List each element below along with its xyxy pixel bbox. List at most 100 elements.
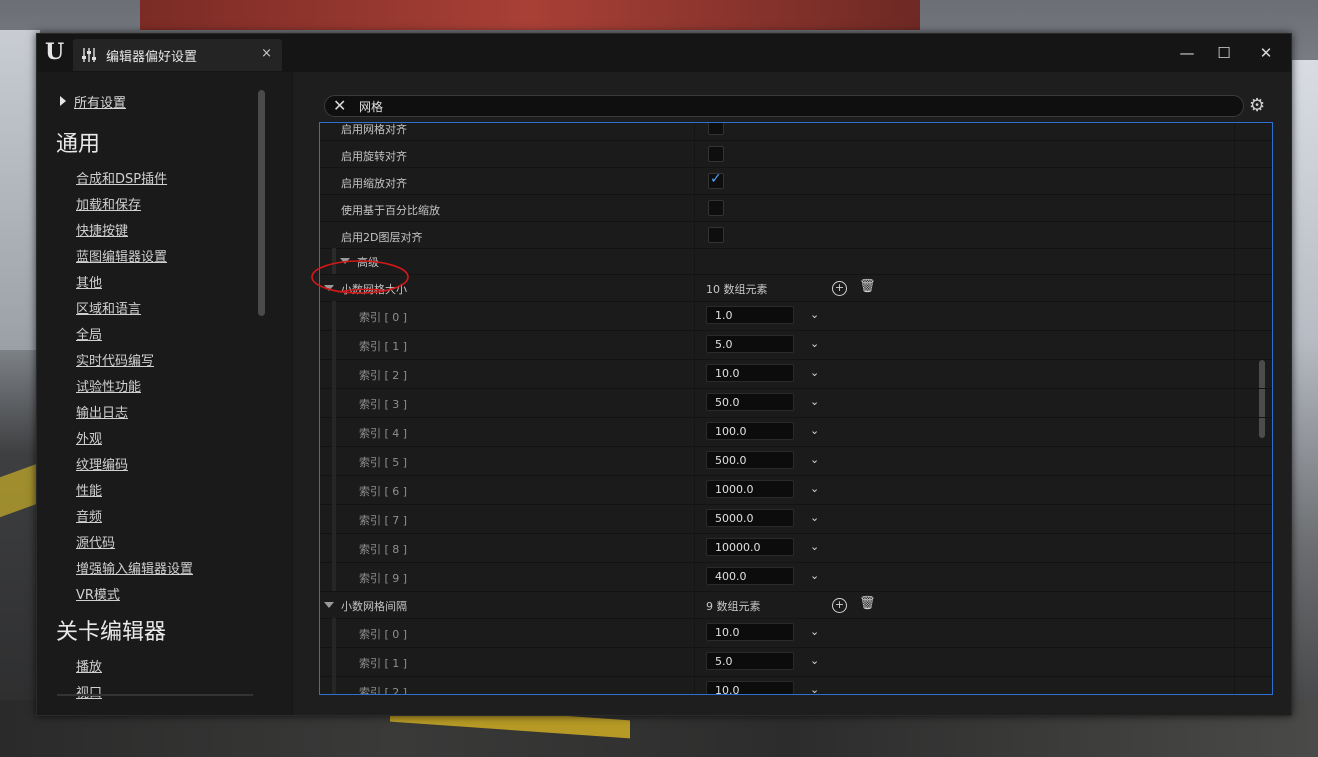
array-value-input[interactable]: 1000.0 <box>706 480 794 498</box>
column-divider[interactable] <box>694 221 695 248</box>
column-divider[interactable] <box>694 140 695 167</box>
setting-checkbox[interactable] <box>708 146 724 162</box>
array-value-input[interactable]: 10.0 <box>706 623 794 641</box>
setting-checkbox[interactable] <box>708 200 724 216</box>
sidebar-item[interactable]: 试验性功能 <box>76 376 141 395</box>
column-divider[interactable] <box>694 475 695 504</box>
chevron-down-icon[interactable]: ⌄ <box>810 683 819 694</box>
gear-icon[interactable]: ⚙ <box>1249 95 1265 116</box>
expand-arrow-icon[interactable] <box>324 285 334 291</box>
sidebar-item[interactable]: 增强输入编辑器设置 <box>76 558 193 577</box>
sidebar-item[interactable]: 全局 <box>76 324 102 343</box>
sliders-icon <box>82 48 96 62</box>
background-structure <box>140 0 920 30</box>
array-value-input[interactable]: 10000.0 <box>706 538 794 556</box>
chevron-down-icon[interactable]: ⌄ <box>810 337 819 350</box>
title-bar[interactable]: U 编辑器偏好设置 × — ☐ ✕ <box>37 34 1291 72</box>
column-divider[interactable] <box>694 167 695 194</box>
expand-arrow-icon[interactable] <box>340 258 350 264</box>
setting-label: 启用2D图层对齐 <box>341 231 423 244</box>
array-value-input[interactable]: 400.0 <box>706 567 794 585</box>
sidebar-item[interactable]: 区域和语言 <box>76 298 141 317</box>
chevron-down-icon[interactable]: ⌄ <box>810 540 819 553</box>
indent-bar <box>332 475 336 504</box>
sidebar-item[interactable]: 音频 <box>76 506 102 525</box>
setting-label: 使用基于百分比缩放 <box>341 204 440 217</box>
sidebar-item[interactable]: 视口 <box>76 682 102 701</box>
sidebar-item[interactable]: 蓝图编辑器设置 <box>76 246 167 265</box>
sidebar-item[interactable]: 性能 <box>76 480 102 499</box>
array-value-input[interactable]: 500.0 <box>706 451 794 469</box>
column-divider[interactable] <box>694 446 695 475</box>
array-value-input[interactable]: 100.0 <box>706 422 794 440</box>
chevron-down-icon[interactable]: ⌄ <box>810 395 819 408</box>
chevron-down-icon[interactable]: ⌄ <box>810 424 819 437</box>
sidebar-item[interactable]: 其他 <box>76 272 102 291</box>
maximize-button[interactable]: ☐ <box>1214 44 1234 62</box>
array-value-input[interactable]: 10.0 <box>706 681 794 694</box>
column-divider[interactable] <box>694 274 695 301</box>
indent-bar <box>332 562 336 591</box>
add-circle-icon[interactable]: + <box>832 281 847 296</box>
setting-checkbox[interactable] <box>708 123 724 135</box>
column-divider[interactable] <box>694 676 695 694</box>
setting-checkbox[interactable] <box>708 171 724 189</box>
chevron-down-icon[interactable]: ⌄ <box>810 569 819 582</box>
column-divider[interactable] <box>694 533 695 562</box>
tab-editor-preferences[interactable]: 编辑器偏好设置 × <box>73 39 282 71</box>
sidebar-item[interactable]: 合成和DSP插件 <box>76 168 167 187</box>
search-input[interactable]: ✕ 网格 <box>324 95 1244 117</box>
trash-icon[interactable]: 🗑 <box>859 279 876 294</box>
column-divider <box>1234 123 1235 140</box>
column-divider[interactable] <box>694 388 695 417</box>
array-value-input[interactable]: 1.0 <box>706 306 794 324</box>
chevron-down-icon[interactable]: ⌄ <box>810 654 819 667</box>
sidebar-horizontal-scrollbar[interactable] <box>57 694 253 696</box>
sidebar-item[interactable]: 外观 <box>76 428 102 447</box>
array-value-input[interactable]: 5000.0 <box>706 509 794 527</box>
array-value-input[interactable]: 50.0 <box>706 393 794 411</box>
close-icon[interactable]: ✕ <box>333 96 346 116</box>
all-settings-link[interactable]: 所有设置 <box>60 92 126 111</box>
column-divider[interactable] <box>694 417 695 446</box>
array-value-input[interactable]: 5.0 <box>706 652 794 670</box>
chevron-down-icon[interactable]: ⌄ <box>810 511 819 524</box>
column-divider[interactable] <box>694 591 695 618</box>
chevron-down-icon[interactable]: ⌄ <box>810 625 819 638</box>
chevron-down-icon[interactable]: ⌄ <box>810 453 819 466</box>
add-circle-icon[interactable]: + <box>832 598 847 613</box>
sidebar-item[interactable]: 加载和保存 <box>76 194 141 213</box>
sidebar-item[interactable]: 源代码 <box>76 532 115 551</box>
column-divider[interactable] <box>694 248 695 274</box>
close-window-button[interactable]: ✕ <box>1256 44 1276 62</box>
chevron-down-icon[interactable]: ⌄ <box>810 308 819 321</box>
sidebar-item[interactable]: VR模式 <box>76 584 120 603</box>
array-element-count: 10 数组元素 <box>706 283 768 296</box>
column-divider <box>1234 167 1235 194</box>
column-divider[interactable] <box>694 504 695 533</box>
trash-icon[interactable]: 🗑 <box>859 596 876 611</box>
column-divider[interactable] <box>694 301 695 330</box>
sidebar-item[interactable]: 纹理编码 <box>76 454 128 473</box>
tab-close-icon[interactable]: × <box>261 46 272 61</box>
sidebar-scrollbar[interactable] <box>258 90 265 316</box>
sidebar-item[interactable]: 输出日志 <box>76 402 128 421</box>
column-divider[interactable] <box>694 359 695 388</box>
sidebar-item[interactable]: 播放 <box>76 656 102 675</box>
array-item-row: 索引 [ 9 ] 400.0 ⌄ <box>320 562 1272 592</box>
array-value-input[interactable]: 5.0 <box>706 335 794 353</box>
sidebar-item[interactable]: 实时代码编写 <box>76 350 154 369</box>
chevron-down-icon[interactable]: ⌄ <box>810 482 819 495</box>
minimize-button[interactable]: — <box>1177 44 1197 62</box>
array-value-input[interactable]: 10.0 <box>706 364 794 382</box>
setting-checkbox[interactable] <box>708 227 724 243</box>
column-divider[interactable] <box>694 194 695 221</box>
column-divider[interactable] <box>694 562 695 591</box>
sidebar-item[interactable]: 快捷按键 <box>76 220 128 239</box>
expand-arrow-icon[interactable] <box>324 602 334 608</box>
chevron-down-icon[interactable]: ⌄ <box>810 366 819 379</box>
column-divider[interactable] <box>694 123 695 140</box>
column-divider[interactable] <box>694 618 695 647</box>
column-divider[interactable] <box>694 330 695 359</box>
column-divider[interactable] <box>694 647 695 676</box>
